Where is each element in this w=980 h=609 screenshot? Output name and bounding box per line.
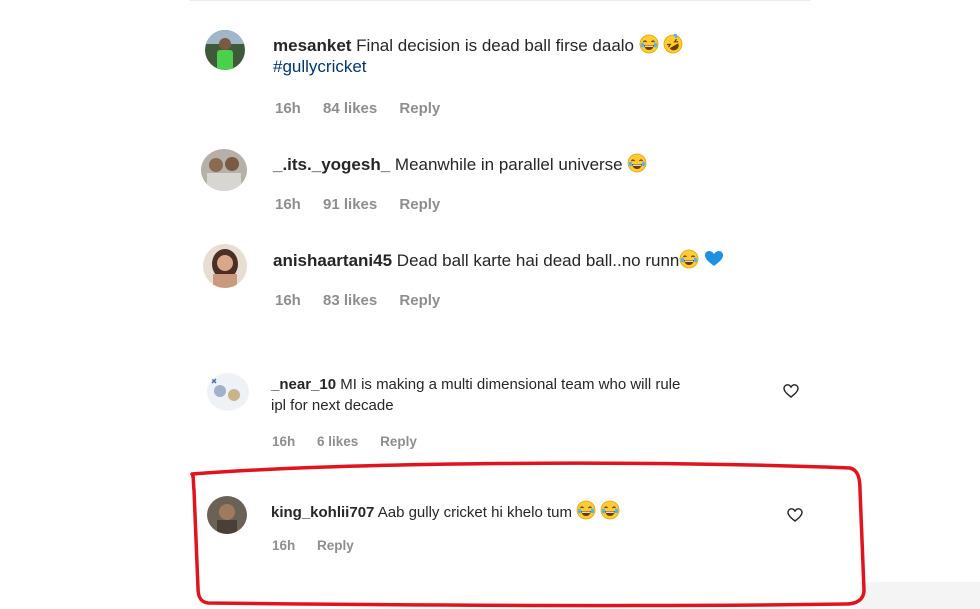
avatar-image [201,149,247,191]
hashtag-link[interactable]: #gullycricket [273,57,367,77]
reply-button[interactable]: Reply [399,196,440,213]
like-heart-icon[interactable] [783,383,799,399]
avatar-image [203,244,247,288]
comment-text: anishaartani45 Dead ball karte hai dead … [273,249,724,271]
comment-body: Meanwhile in parallel universe [394,155,623,174]
comment-time[interactable]: 16h [272,434,295,449]
comment-time[interactable]: 16h [275,196,301,213]
laughing-emoji-icon [576,500,596,520]
laughing-emoji-icon [679,249,699,269]
like-heart-icon[interactable] [787,507,803,523]
rofl-emoji-icon [663,34,684,54]
comment-likes[interactable]: 6 likes [317,434,358,449]
avatar[interactable] [205,30,245,70]
comment-username[interactable]: anishaartani45 [273,251,392,270]
bottom-right-panel [860,582,980,609]
comment-meta: 16h 83 likes Reply [275,292,458,309]
avatar[interactable] [207,373,249,411]
comment-username[interactable]: _near_10 [271,376,336,393]
comment-meta: 16h 6 likes Reply [272,434,435,449]
comment-likes[interactable]: 83 likes [323,292,377,309]
comment-time[interactable]: 16h [275,292,301,309]
laughing-emoji-icon [627,153,647,173]
comment-text: king_kohlii707 Aab gully cricket hi khel… [271,500,620,521]
blue-heart-icon [705,251,724,266]
comment-username[interactable]: king_kohlii707 [271,504,374,521]
comment-username[interactable]: mesanket [273,36,351,55]
comment-meta: 16h 84 likes Reply [275,100,458,117]
comment-text: mesanket Final decision is dead ball fir… [273,34,684,56]
comment-body: Dead ball karte hai dead ball..no runn [396,251,680,270]
comment-body: MI is making a multi dimensional team wh… [340,376,681,393]
comment-meta: 16h 91 likes Reply [275,196,458,213]
comment-time[interactable]: 16h [275,100,301,117]
comment-body: Aab gully cricket hi khelo tum [377,504,572,521]
comment-body-continued: ipl for next decade [271,397,394,414]
reply-button[interactable]: Reply [317,538,354,553]
comment-likes[interactable]: 84 likes [323,100,377,117]
comment-meta: 16h Reply [272,538,372,553]
comment-time[interactable]: 16h [272,538,295,553]
avatar[interactable] [203,244,247,288]
comment-username[interactable]: _.its._yogesh_ [273,155,390,174]
top-divider [190,0,810,1]
comment-likes[interactable]: 91 likes [323,196,377,213]
laughing-emoji-icon [639,34,659,54]
comment-text: _.its._yogesh_ Meanwhile in parallel uni… [273,153,647,175]
reply-button[interactable]: Reply [399,292,440,309]
reply-button[interactable]: Reply [380,434,417,449]
avatar-image [207,496,247,534]
comment-body: Final decision is dead ball firse daalo [356,36,634,55]
avatar-image [207,373,249,411]
avatar[interactable] [201,149,247,191]
avatar-image [205,30,245,70]
reply-button[interactable]: Reply [399,100,440,117]
avatar[interactable] [207,496,247,534]
laughing-emoji-icon [600,500,620,520]
comment-text: _near_10 MI is making a multi dimensiona… [271,376,680,393]
